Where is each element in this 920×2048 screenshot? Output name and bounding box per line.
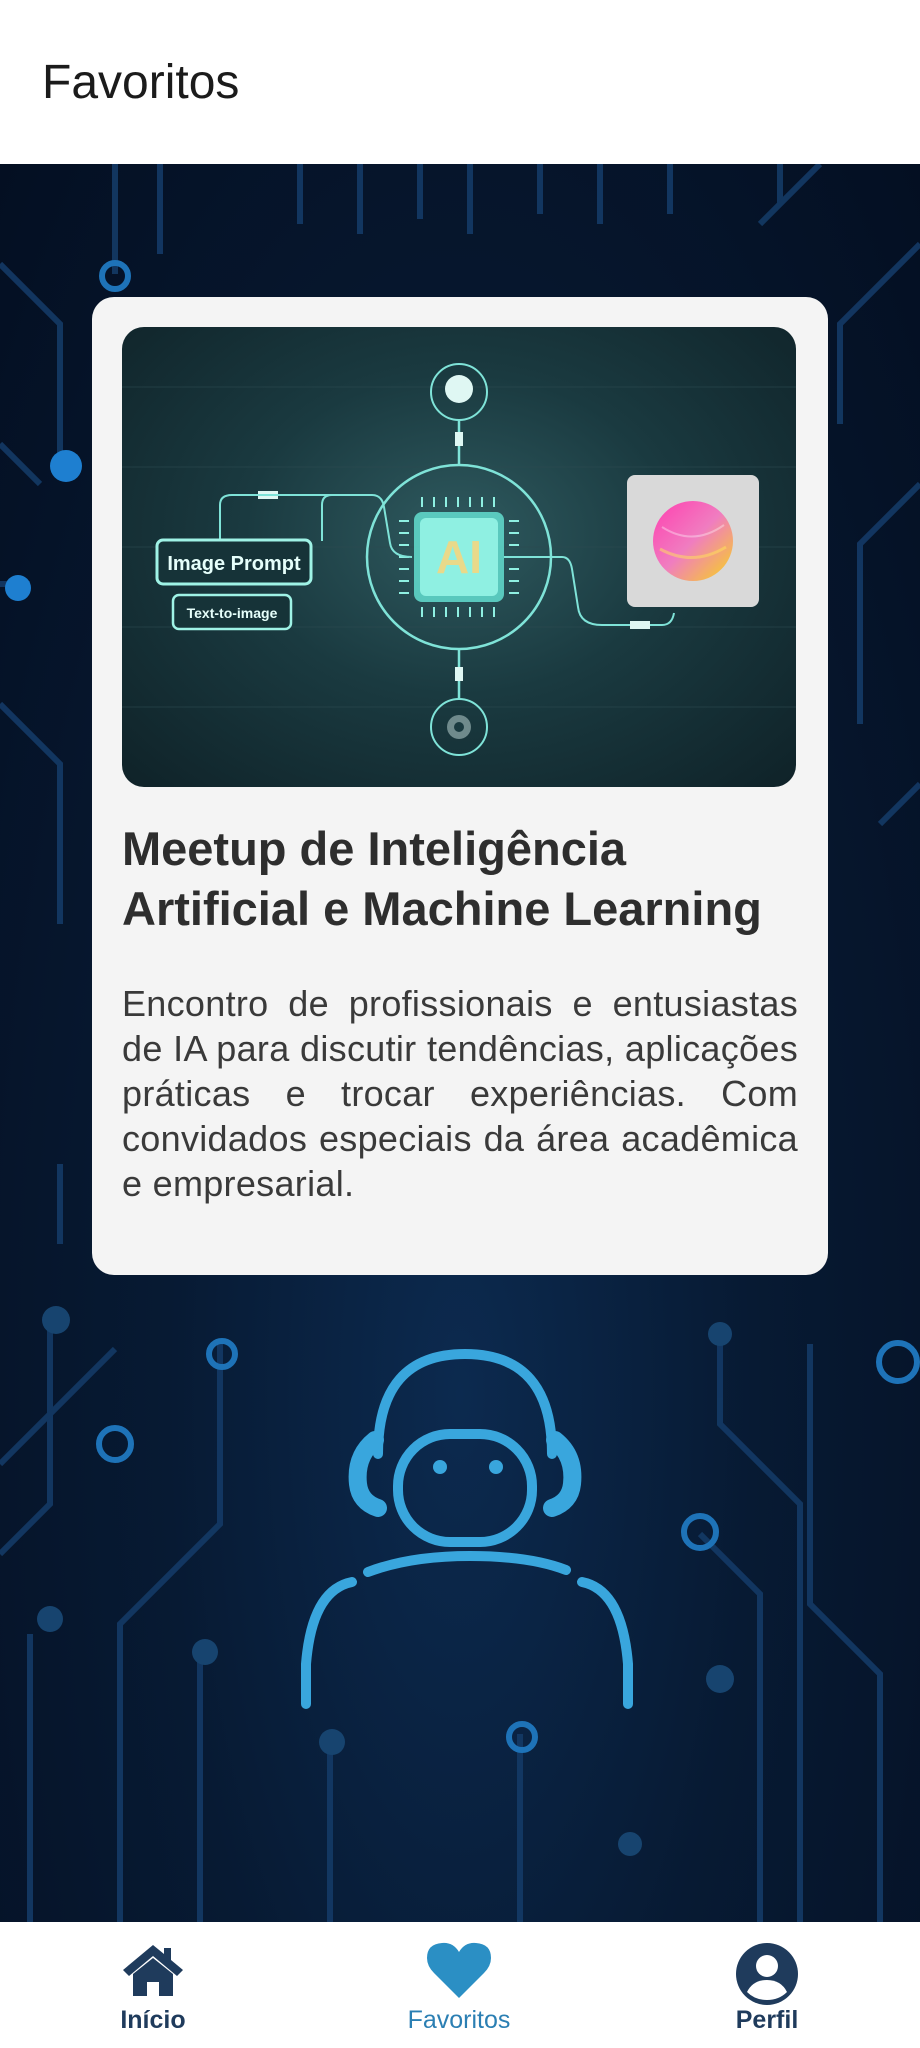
profile-icon (735, 1942, 799, 2011)
nav-label-favoritos: Favoritos (407, 2006, 511, 2034)
home-icon (121, 1942, 185, 2003)
robot-figure (301, 1348, 633, 1709)
nav-label-inicio: Início (120, 2006, 186, 2034)
app-header: Favoritos (0, 0, 920, 164)
nav-item-favoritos[interactable]: Favoritos (359, 1922, 559, 2048)
bottom-navigation: Início Favoritos Perfil (0, 1922, 920, 2048)
image-prompt-label: Image Prompt (167, 553, 301, 575)
app-root: Favoritos AI Image Prompt Text-to-image … (0, 0, 920, 2048)
event-title: Meetup de Inteligência Artificial e Mach… (122, 822, 762, 935)
event-image: AI Image Prompt Text-to-image (122, 327, 796, 787)
event-description: Encontro de profissionais e entusiastas … (122, 983, 798, 1204)
ai-diagram-illustration: AI Image Prompt Text-to-image (122, 363, 796, 756)
page-title: Favoritos (42, 55, 240, 109)
heart-icon (427, 1942, 491, 2005)
nav-item-perfil[interactable]: Perfil (667, 1922, 867, 2048)
ai-chip-label: AI (436, 531, 482, 583)
event-card[interactable]: AI Image Prompt Text-to-image Meetup de … (92, 297, 828, 1275)
nav-item-inicio[interactable]: Início (53, 1922, 253, 2048)
text-to-image-label: Text-to-image (187, 605, 278, 621)
nav-label-perfil: Perfil (735, 2006, 799, 2034)
